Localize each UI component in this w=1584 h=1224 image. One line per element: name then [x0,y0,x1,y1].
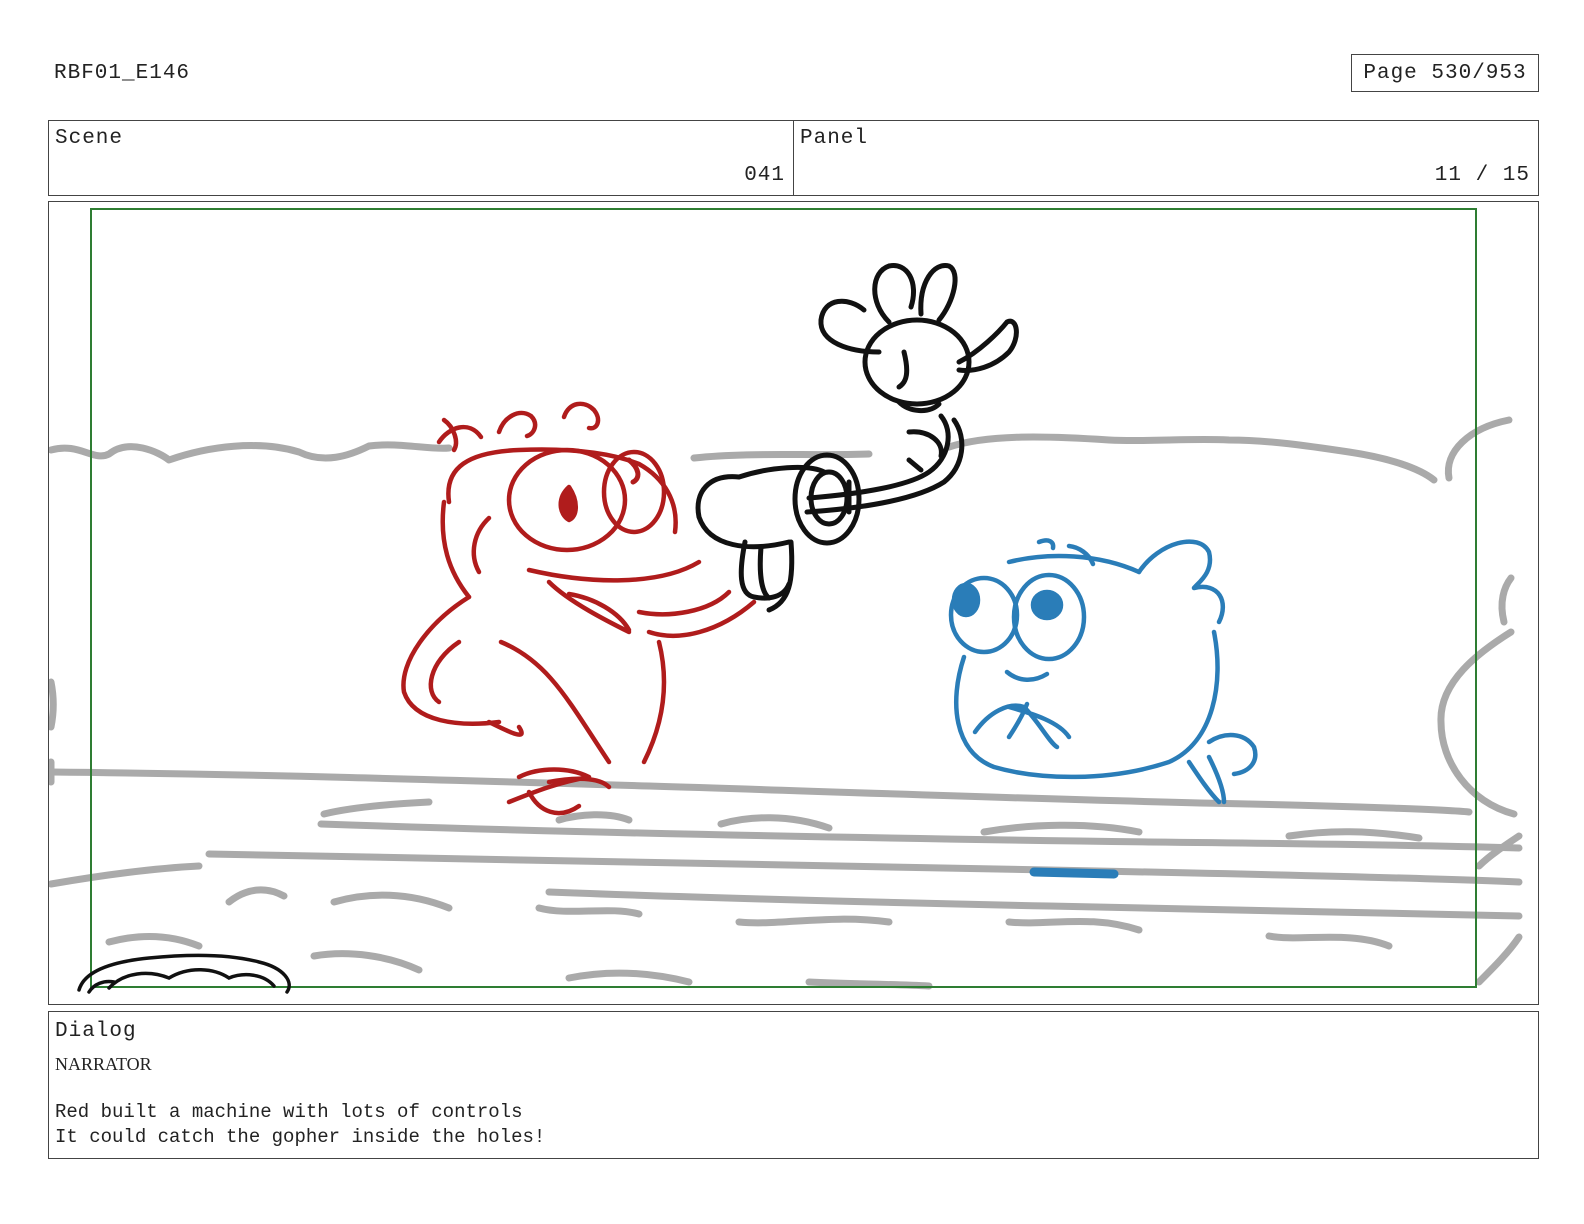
scene-label: Scene [55,127,124,150]
blue-character [948,538,1258,805]
panel-cell: Panel 11 / 15 [793,121,1538,195]
info-row: Scene 041 Panel 11 / 15 [48,120,1539,196]
storyboard-panel [48,201,1539,1005]
panel-label: Panel [800,127,869,150]
dialog-lines: Red built a machine with lots of control… [55,1100,545,1150]
claw-machine [695,263,1019,613]
background-sketch [49,416,1523,990]
dialog-label: Dialog [55,1020,137,1043]
dialog-line: It could catch the gopher inside the hol… [55,1126,546,1148]
dialog-line: Red built a machine with lots of control… [55,1101,523,1123]
project-code: RBF01_E146 [54,62,191,85]
panel-drawing [49,208,1523,994]
red-character [401,401,757,816]
dialog-speaker: NARRATOR [55,1054,152,1074]
panel-number: 11 / 15 [1434,164,1530,187]
scene-number: 041 [744,164,785,187]
scene-cell: Scene 041 [49,121,793,195]
page-number-box: Page 530/953 [1351,54,1539,92]
gopher-hole-dash [1029,867,1119,879]
dialog-box: Dialog NARRATOR Red built a machine with… [48,1011,1539,1159]
